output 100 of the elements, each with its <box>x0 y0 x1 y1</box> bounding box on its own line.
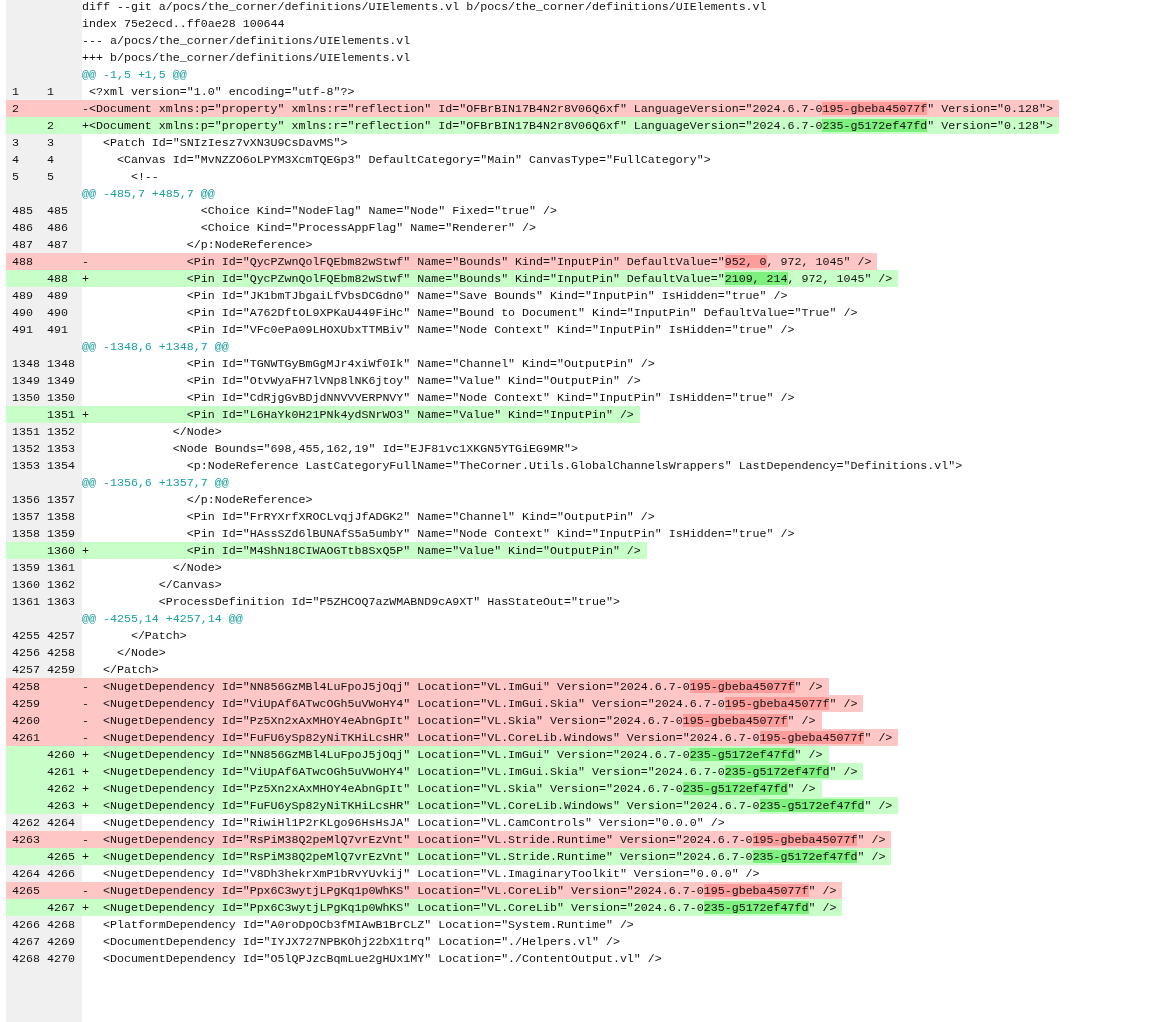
diff-header: index 75e2ecd..ff0ae28 100644 <box>82 16 286 32</box>
code-line: <PlatformDependency Id="A0roDpOCb3fMIAwB1BrCLZ" Location="System.Runtime" /> <box>101 917 635 933</box>
line-number: 4266 <box>12 918 40 931</box>
line-number: 4258 <box>12 680 40 693</box>
line-number: 5 <box>12 170 19 183</box>
line-number: 486 <box>47 221 68 234</box>
line-number: 488 <box>12 255 33 268</box>
diff-header: --- a/pocs/the_corner/definitions/UIElements.vl <box>82 33 412 49</box>
line-number: 1 <box>12 85 19 98</box>
line-number: 1360 <box>12 578 40 591</box>
code-line: - <NugetDependency Id="FuFU6ySp82yNiTKHiLcsHR" Location="VL.CoreLib.Windows" Version="2024.6.7-0195-gbeba45077f" /> <box>82 730 894 746</box>
line-number: 5 <box>47 170 54 183</box>
line-number: 4264 <box>12 867 40 880</box>
code-line: <Choice Kind="ProcessAppFlag" Name="Renderer" /> <box>199 220 538 236</box>
code-line: <Node Bounds="698,455,162,19" Id="EJF81vc1XKGN5YTGiEG9MR"> <box>171 441 579 457</box>
line-number: 4259 <box>47 663 75 676</box>
line-number: 486 <box>12 221 33 234</box>
line-number: 4261 <box>47 765 75 778</box>
hunk-header: @@ -4255,14 +4257,14 @@ <box>82 611 244 627</box>
line-number: 4259 <box>12 697 40 710</box>
line-number: 1360 <box>47 544 75 557</box>
line-number: 4269 <box>47 935 75 948</box>
line-number: 1348 <box>12 357 40 370</box>
line-number: 4262 <box>12 816 40 829</box>
hunk-header: @@ -1356,6 +1357,7 @@ <box>82 475 230 491</box>
code-line: </p:NodeReference> <box>185 237 314 253</box>
line-number: 1361 <box>47 561 75 574</box>
line-number: 491 <box>47 323 68 336</box>
code-line: <Pin Id="FrRYXrfXROCLvqjJfADGK2" Name="Channel" Kind="OutputPin" /> <box>185 509 656 525</box>
line-number: 4257 <box>47 629 75 642</box>
line-number: 4255 <box>12 629 40 642</box>
line-number: 490 <box>12 306 33 319</box>
line-number: 1352 <box>47 425 75 438</box>
code-line: <Choice Kind="NodeFlag" Name="Node" Fixed="true" /> <box>199 203 558 219</box>
code-line: <Pin Id="TGNWTGyBmGgMJr4xiWf0Ik" Name="Channel" Kind="OutputPin" /> <box>185 356 656 372</box>
line-number: 489 <box>47 289 68 302</box>
line-number: 4 <box>47 153 54 166</box>
line-number: 4266 <box>47 867 75 880</box>
line-number: 2 <box>12 102 19 115</box>
code-line: <p:NodeReference LastCategoryFullName="TheCorner.Utils.GlobalChannelsWrappers" LastDependency="Definitions.vl"> <box>185 458 964 474</box>
line-number: 4268 <box>12 952 40 965</box>
line-number: 1359 <box>12 561 40 574</box>
line-number: 490 <box>47 306 68 319</box>
code-line: + <NugetDependency Id="Pz5Xn2xAxMHOY4eAbnGpIt" Location="VL.Skia" Version="2024.6.7-0235-g5172ef47fd" /> <box>82 781 817 797</box>
line-number: 1349 <box>12 374 40 387</box>
code-line: + <Pin Id="QycPZwnQolFQEbm82wStwf" Name="Bounds" Kind="InputPin" DefaultValue="2109, 214, 972, 1045" /> <box>82 271 894 287</box>
line-number: 4265 <box>12 884 40 897</box>
line-number: 1348 <box>47 357 75 370</box>
code-line: - <NugetDependency Id="Pz5Xn2xAxMHOY4eAbnGpIt" Location="VL.Skia" Version="2024.6.7-0195-gbeba45077f" /> <box>82 713 817 729</box>
hunk-header: @@ -485,7 +485,7 @@ <box>82 186 216 202</box>
diff-header: +++ b/pocs/the_corner/definitions/UIElements.vl <box>82 50 412 66</box>
line-number: 4268 <box>47 918 75 931</box>
code-line: + <Pin Id="L6HaYk0H21PNk4ydSNrWO3" Name="Value" Kind="InputPin" /> <box>82 407 635 423</box>
code-line: <!-- <box>129 169 160 185</box>
line-number: 4267 <box>47 901 75 914</box>
line-number: 1358 <box>47 510 75 523</box>
code-line: <ProcessDefinition Id="P5ZHCOQ7azWMABND9cA9XT" HasStateOut="true"> <box>157 594 621 610</box>
line-number: 1349 <box>47 374 75 387</box>
hunk-header: @@ -1348,6 +1348,7 @@ <box>82 339 230 355</box>
code-line: </Canvas> <box>157 577 223 593</box>
line-number: 1356 <box>12 493 40 506</box>
line-number: 487 <box>47 238 68 251</box>
code-line: -<Document xmlns:p="property" xmlns:r="reflection" Id="OFBrBIN17B4N2r8V06Q6xf" LanguageVersion="2024.6.7-0195-gbeba45077f" Version="0.128"> <box>82 101 1054 117</box>
code-line: <Pin Id="CdRjgGvBDjdNNVVVERPNVY" Name="Node Context" Kind="InputPin" IsHidden="true" /> <box>185 390 796 406</box>
line-number: 1353 <box>47 442 75 455</box>
code-line: <Pin Id="OtvWyaFH7lVNp8lNK6jtoy" Name="Value" Kind="OutputPin" /> <box>185 373 642 389</box>
line-number: 1363 <box>47 595 75 608</box>
line-number: 4265 <box>47 850 75 863</box>
code-line: </Node> <box>115 645 167 661</box>
line-number: 2 <box>47 119 54 132</box>
line-number: 488 <box>47 272 68 285</box>
line-number: 4258 <box>47 646 75 659</box>
code-line: <Pin Id="HAssSZd6lBUNAfS5a5umbY" Name="Node Context" Kind="InputPin" IsHidden="true" /> <box>185 526 796 542</box>
line-number: 4260 <box>12 714 40 727</box>
line-number: 4262 <box>47 782 75 795</box>
line-number: 1353 <box>12 459 40 472</box>
code-line: </p:NodeReference> <box>185 492 314 508</box>
line-number: 4 <box>12 153 19 166</box>
line-number: 4270 <box>47 952 75 965</box>
code-line: <NugetDependency Id="V8Dh3hekrXmP1bRvYUvkij" Location="VL.ImaginaryToolkit" Version="0.0.0" /> <box>101 866 761 882</box>
line-number: 1359 <box>47 527 75 540</box>
line-number: 4263 <box>47 799 75 812</box>
code-line: </Node> <box>171 560 223 576</box>
code-line: <Patch Id="SNIzIesz7vXN3U9CsDavMS"> <box>101 135 349 151</box>
code-line: + <NugetDependency Id="ViUpAf6ATwcOGh5uVWoHY4" Location="VL.ImGui.Skia" Version="2024.6.7-0235-g5172ef47fd" /> <box>82 764 859 780</box>
line-number: 4261 <box>12 731 40 744</box>
line-number: 4260 <box>47 748 75 761</box>
line-number: 485 <box>47 204 68 217</box>
line-number: 4267 <box>12 935 40 948</box>
line-number: 1357 <box>12 510 40 523</box>
line-number: 4264 <box>47 816 75 829</box>
code-line: - <NugetDependency Id="NN856GzMBl4LuFpoJ5jOqj" Location="VL.ImGui" Version="2024.6.7-0195-gbeba45077f" /> <box>82 679 824 695</box>
line-number: 1351 <box>47 408 75 421</box>
line-number: 3 <box>12 136 19 149</box>
code-line: +<Document xmlns:p="property" xmlns:r="reflection" Id="OFBrBIN17B4N2r8V06Q6xf" LanguageVersion="2024.6.7-0235-g5172ef47fd" Version="0.128"> <box>82 118 1054 134</box>
code-line: + <NugetDependency Id="Ppx6C3wytjLPgKq1p0WhKS" Location="VL.CoreLib" Version="2024.6.7-0235-g5172ef47fd" /> <box>82 900 838 916</box>
code-line: - <Pin Id="QycPZwnQolFQEbm82wStwf" Name="Bounds" Kind="InputPin" DefaultValue="952, 0, 972, 1045" /> <box>82 254 873 270</box>
line-number: 1 <box>47 85 54 98</box>
code-line: + <NugetDependency Id="FuFU6ySp82yNiTKHiLcsHR" Location="VL.CoreLib.Windows" Version="2024.6.7-0235-g5172ef47fd" /> <box>82 798 894 814</box>
code-line: </Patch> <box>129 628 188 644</box>
